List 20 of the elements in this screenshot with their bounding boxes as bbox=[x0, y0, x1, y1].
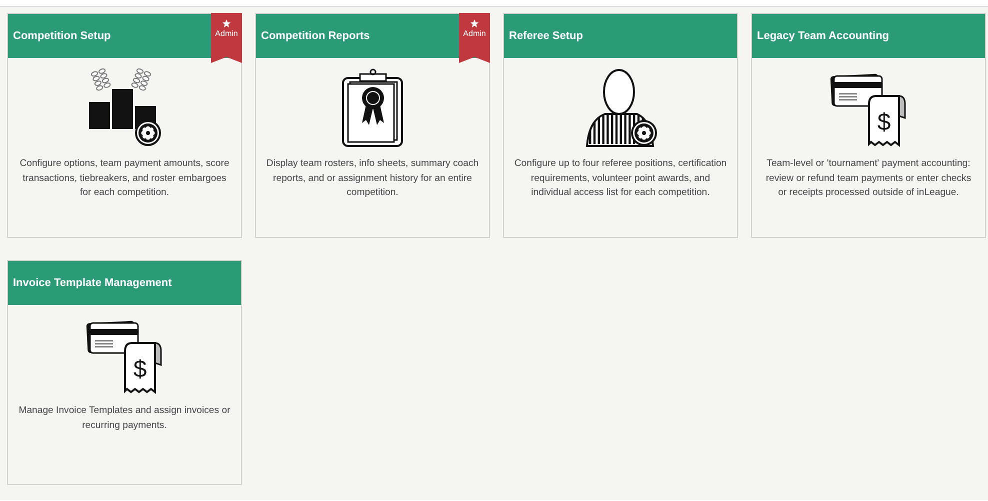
receipt-icon bbox=[124, 342, 162, 393]
star-icon bbox=[222, 19, 231, 28]
tile-card[interactable]: Invoice Template Management $ Manage Invoice Templates and assign invoices or recurring payments. bbox=[7, 260, 242, 485]
card-description: Team-level or 'tournament' payment accounting: review or refund team payments or enter checks or receipts processed outside of inLeague. bbox=[764, 157, 972, 200]
tile-card[interactable]: Competition Reports Admin Display team rosters, info sheets, summary coach reports, and or assignment history for an entire competition. bbox=[255, 13, 490, 238]
card-description: Manage Invoice Templates and assign invoices or recurring payments. bbox=[18, 404, 232, 432]
tile-card[interactable]: Competition Setup Admin Configure options, team payment amounts, score transactions, tiebreakers, and roster embargoes for each competition. bbox=[7, 13, 242, 238]
dollar-sign: $ bbox=[876, 109, 890, 136]
tile-card[interactable]: Referee Setup Configure up to four referee positions, certification requirements, volunteer point awards, and individual access list for each competition. bbox=[503, 13, 738, 238]
ribbon-label: Admin bbox=[463, 29, 486, 38]
credit-card-icon bbox=[86, 320, 138, 354]
dollar-sign: $ bbox=[132, 356, 146, 383]
star-icon bbox=[470, 19, 479, 28]
card-description: Display team rosters, info sheets, summary coach reports, and or assignment history for an entire competition. bbox=[265, 157, 480, 200]
credit-card-icon bbox=[830, 74, 882, 107]
card-description: Configure up to four referee positions, certification requirements, volunteer point awards, and individual access list for each competition. bbox=[513, 157, 728, 200]
receipt-icon bbox=[868, 95, 906, 146]
card-description: Configure options, team payment amounts, score transactions, tiebreakers, and roster embargoes for each competition. bbox=[18, 157, 230, 200]
tile-card[interactable]: Legacy Team Accounting $ Team-level or 'tournament' payment accounting: review or refund team payments or enter checks or receipts processed outside of inLeague. bbox=[751, 13, 986, 238]
ribbon-label: Admin bbox=[215, 29, 238, 38]
